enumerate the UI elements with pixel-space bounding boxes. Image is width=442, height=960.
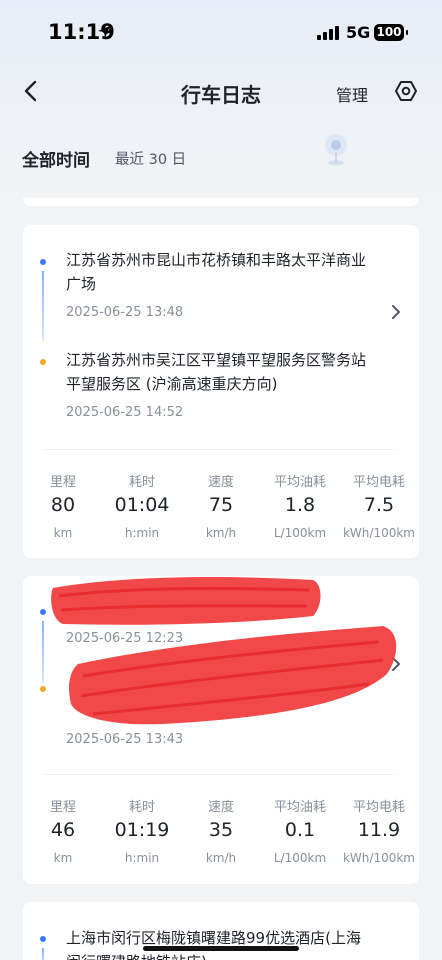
location-arrow-icon [98, 26, 110, 38]
stat-unit: L/100km [273, 851, 327, 865]
stat-label: 速度 [207, 475, 234, 490]
stat-unit: kWh/100km [342, 851, 415, 865]
end-time: 2025-06-25 14:52 [66, 405, 184, 420]
redaction-scribble [51, 577, 397, 725]
network-type: 5G [346, 23, 371, 42]
stat-unit: h:min [124, 526, 160, 540]
end-address: 江苏省苏州市吴江区平望镇平望服务区警务站平望服务区 (沪渝高速重庆方向) [66, 351, 367, 393]
stat-mileage: 里程 80 km [23, 471, 103, 540]
trip-card[interactable]: 江苏省苏州市昆山市花桥镇和丰路太平洋商业广场 2025-06-25 13:48 … [23, 225, 419, 558]
stat-label: 耗时 [128, 475, 155, 490]
stat-value: 01:19 [114, 819, 170, 841]
start-point-dot [40, 259, 46, 265]
manage-button[interactable]: 管理 [336, 82, 368, 106]
stat-label: 速度 [207, 800, 234, 815]
stat-value: 0.1 [284, 819, 316, 841]
stat-label: 里程 [49, 475, 76, 490]
battery-icon: 100 [374, 24, 408, 41]
stat-duration: 耗时 01:19 h:min [102, 796, 182, 865]
stat-value: 35 [208, 819, 234, 841]
stat-mileage: 里程 46 km [23, 796, 103, 865]
stat-value: 75 [208, 494, 234, 516]
trip-card[interactable]: 上海市闵行区梅陇镇曙建路99优选酒店(上海闵行曙建路地铁站店) [23, 902, 419, 960]
stat-value: 1.8 [284, 494, 316, 516]
stat-value: 11.9 [357, 819, 401, 841]
stat-unit: km/h [205, 851, 237, 865]
start-address: 江苏省苏州市昆山市花桥镇和丰路太平洋商业广场 [66, 251, 367, 293]
stat-speed: 速度 75 km/h [181, 471, 261, 540]
end-point-dot [40, 359, 46, 365]
settings-hexagon-icon[interactable] [394, 79, 418, 103]
start-address: 上海市闵行区梅陇镇曙建路99优选酒店(上海闵行曙建路地铁站店) [66, 929, 361, 960]
start-time: 2025-06-25 13:48 [66, 305, 184, 320]
status-bar: 11:19 5G 100 [0, 0, 442, 64]
trip-card[interactable]: 2025-06-25 12:23 2025-06-25 13:43 里程 46 … [23, 576, 419, 884]
stat-label: 平均电耗 [352, 800, 405, 815]
filter-all-time-tab[interactable]: 全部时间 [22, 146, 90, 171]
trip-stats: 里程 46 km 耗时 01:19 h:min 速度 35 km/h 平均油耗 … [23, 796, 419, 876]
stat-speed: 速度 35 km/h [181, 796, 261, 865]
home-indicator [143, 946, 299, 951]
stat-unit: km [53, 851, 73, 865]
stat-duration: 耗时 01:04 h:min [102, 471, 182, 540]
stat-power-consumption: 平均电耗 7.5 kWh/100km [339, 471, 419, 540]
stat-label: 里程 [49, 800, 76, 815]
stat-unit: kWh/100km [342, 526, 415, 540]
stat-label: 耗时 [128, 800, 155, 815]
trip-stats: 里程 80 km 耗时 01:04 h:min 速度 75 km/h 平均油耗 … [23, 471, 419, 551]
map-pin-icon [325, 134, 347, 166]
stat-unit: L/100km [273, 526, 327, 540]
stat-label: 平均油耗 [273, 800, 326, 815]
stat-unit: h:min [124, 851, 160, 865]
stat-label: 平均油耗 [273, 475, 326, 490]
stat-fuel-consumption: 平均油耗 0.1 L/100km [260, 796, 340, 865]
stat-value: 7.5 [363, 494, 395, 516]
stat-unit: km [53, 526, 73, 540]
stat-fuel-consumption: 平均油耗 1.8 L/100km [260, 471, 340, 540]
stat-value: 80 [50, 494, 76, 516]
chevron-right-icon[interactable] [389, 302, 403, 322]
previous-card-edge [23, 198, 419, 206]
divider [43, 774, 399, 775]
start-point-dot [40, 936, 46, 942]
divider [43, 449, 399, 450]
route-line [42, 948, 44, 960]
stat-value: 46 [50, 819, 76, 841]
route-line [42, 271, 44, 341]
stat-value: 01:04 [114, 494, 170, 516]
back-chevron-icon[interactable] [20, 78, 44, 104]
cellular-signal-icon [317, 26, 339, 40]
stat-label: 平均电耗 [352, 475, 405, 490]
filter-last-30-days-tab[interactable]: 最近 30 日 [115, 148, 186, 169]
stat-power-consumption: 平均电耗 11.9 kWh/100km [339, 796, 419, 865]
stat-unit: km/h [205, 526, 237, 540]
